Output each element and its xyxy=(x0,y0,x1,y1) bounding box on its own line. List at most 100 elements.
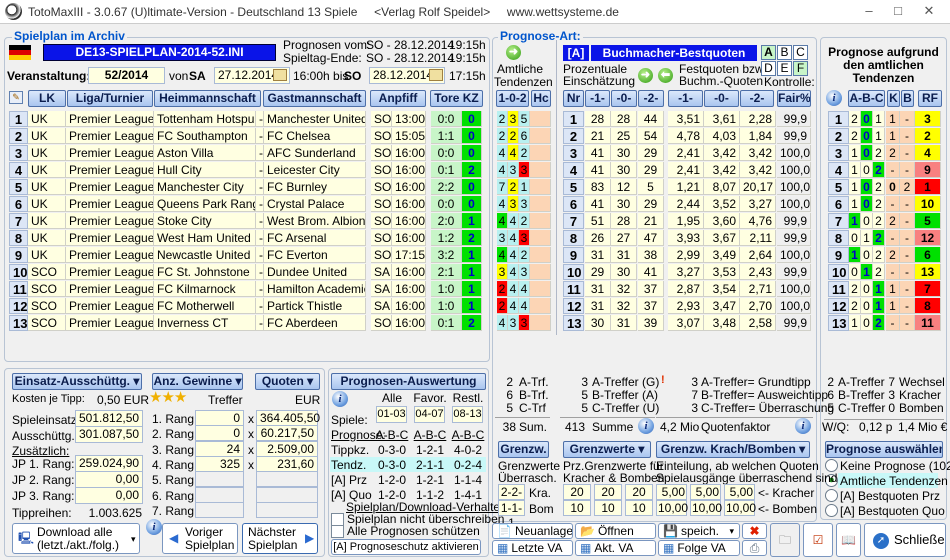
tendenz-cell[interactable]: 4 xyxy=(497,213,508,229)
hc-cell[interactable] xyxy=(530,111,551,127)
tendenz-cell[interactable]: 2 xyxy=(519,145,530,161)
cell-heim[interactable]: Manchester City xyxy=(154,179,256,195)
minimize-button[interactable]: – xyxy=(856,3,882,21)
quote-cell[interactable]: 2,11 xyxy=(740,230,776,246)
cell-tag[interactable]: SO xyxy=(371,315,392,331)
prognosen-auswertung-button[interactable]: Prognosen-Auswertung xyxy=(331,373,486,390)
tendenz-cell[interactable]: 2 xyxy=(497,298,508,314)
quote-cell[interactable]: 4,78 xyxy=(668,128,704,144)
tendenz-cell[interactable]: 2 xyxy=(508,179,519,195)
b-cell[interactable]: - xyxy=(900,145,915,161)
cell-liga[interactable]: Premier League xyxy=(66,111,154,127)
k-cell[interactable]: - xyxy=(886,264,900,280)
prz-cell[interactable]: 12 xyxy=(611,179,637,195)
abc-cell[interactable]: 1 xyxy=(849,247,861,263)
abc-cell[interactable]: 0 xyxy=(861,179,873,195)
hc-cell[interactable] xyxy=(530,247,551,263)
cell-tore[interactable]: 0:0 xyxy=(431,111,462,127)
cell-heim[interactable]: Newcastle United xyxy=(154,247,256,263)
row-number[interactable]: 12 xyxy=(9,298,28,314)
header-prz-0[interactable]: -0- xyxy=(611,90,637,107)
prz-cell[interactable]: 31 xyxy=(611,247,637,263)
quote-cell[interactable]: 3,93 xyxy=(668,230,704,246)
tendenz-cell[interactable]: 3 xyxy=(508,111,519,127)
delete-button[interactable]: ✖ xyxy=(742,523,767,539)
abc-cell[interactable]: 0 xyxy=(861,145,873,161)
quote-kracher-field[interactable]: 5,00 xyxy=(656,484,687,500)
jp-field[interactable]: 259.024,90 xyxy=(75,455,143,472)
k-cell[interactable]: - xyxy=(886,196,900,212)
voriger-spielplan-button[interactable]: Voriger Spielplan ◀ xyxy=(162,523,238,554)
abc-button-f[interactable]: F xyxy=(793,61,808,76)
row-number[interactable]: 5 xyxy=(9,179,28,195)
row-number[interactable]: 5 xyxy=(563,179,584,195)
prz-cell[interactable]: 37 xyxy=(638,281,664,297)
tendenz-cell[interactable]: 4 xyxy=(508,213,519,229)
tendenz-cell[interactable]: 2 xyxy=(497,281,508,297)
cell-tore[interactable]: 0:1 xyxy=(431,315,462,331)
prz-cell[interactable]: 39 xyxy=(638,315,664,331)
quote-cell[interactable]: 4,03 xyxy=(704,128,740,144)
abc-cell[interactable]: 0 xyxy=(861,213,873,229)
row-number[interactable]: 2 xyxy=(563,128,584,144)
cell-gast[interactable]: Manchester United xyxy=(264,111,366,127)
quote-field[interactable] xyxy=(256,501,318,518)
download-alle-button[interactable]: Download alle (letzt./akt./folg.) 🖳 ▾ xyxy=(12,523,140,554)
header-nr[interactable]: Nr xyxy=(563,90,584,107)
row-number[interactable]: 4 xyxy=(9,162,28,178)
abc-cell[interactable]: 1 xyxy=(849,315,861,331)
cell-heim[interactable]: Queens Park Rang... xyxy=(154,196,256,212)
header-hc[interactable]: Hc xyxy=(531,90,551,107)
cell-liga[interactable]: Premier League xyxy=(66,128,154,144)
b-cell[interactable]: - xyxy=(900,281,915,297)
hc-cell[interactable] xyxy=(530,315,551,331)
row-number[interactable]: 4 xyxy=(828,162,849,178)
quote-cell[interactable]: 2,71 xyxy=(740,281,776,297)
cell-tag[interactable]: SA xyxy=(371,264,392,280)
cell-lk[interactable]: SCO xyxy=(28,281,66,297)
cell-gast[interactable]: Crystal Palace xyxy=(264,196,366,212)
cell-kz[interactable]: 0 xyxy=(462,128,482,144)
cell-lk[interactable]: UK xyxy=(28,196,66,212)
row-number[interactable]: 11 xyxy=(9,281,28,297)
cell-heim[interactable]: Stoke City xyxy=(154,213,256,229)
prognose-type-banner[interactable]: Buchmacher-Bestquoten xyxy=(591,45,757,61)
abc-cell[interactable]: 0 xyxy=(849,230,861,246)
arrow-right-icon[interactable]: ➜ xyxy=(506,45,521,60)
radio-button[interactable] xyxy=(825,504,838,517)
row-number[interactable]: 1 xyxy=(9,111,28,127)
naechster-spielplan-button[interactable]: Nächster Spielplan ▶ xyxy=(242,523,318,554)
spielplan-file-banner[interactable]: DE13-SPIELPLAN-2014-52.INI xyxy=(43,44,276,61)
cell-liga[interactable]: Premier League xyxy=(66,264,154,280)
row-number[interactable]: 3 xyxy=(563,145,584,161)
row-number[interactable]: 11 xyxy=(563,281,584,297)
cell-lk[interactable]: UK xyxy=(28,111,66,127)
quote-cell[interactable]: 2,43 xyxy=(740,264,776,280)
cell-tore[interactable]: 2:1 xyxy=(431,264,462,280)
edit-icon[interactable]: ✎ xyxy=(9,91,23,104)
prz-cell[interactable]: 31 xyxy=(585,247,611,263)
cell-zeit[interactable]: 16:00 xyxy=(392,196,426,212)
header-lk[interactable]: LK xyxy=(28,90,66,107)
row-number[interactable]: 9 xyxy=(828,247,849,263)
cell-zeit[interactable]: 16:00 xyxy=(392,281,426,297)
cell-kz[interactable]: 1 xyxy=(462,298,482,314)
prz-cell[interactable]: 28 xyxy=(611,213,637,229)
b-cell[interactable]: - xyxy=(900,111,915,127)
cell-tag[interactable]: SO xyxy=(371,247,392,263)
tendenz-cell[interactable]: 4 xyxy=(497,162,508,178)
cell-lk[interactable]: SCO xyxy=(28,264,66,280)
header-liga[interactable]: Liga/Turnier xyxy=(67,90,153,107)
prz-cell[interactable]: 5 xyxy=(638,179,664,195)
cell-liga[interactable]: Premier League xyxy=(66,179,154,195)
checklist-button[interactable]: ☑ xyxy=(803,523,833,557)
quote-bomben-field[interactable]: 10,00 xyxy=(656,500,688,516)
prz-kracher-field[interactable]: 20 xyxy=(594,484,622,500)
prz-cell[interactable]: 28 xyxy=(585,111,611,127)
cell-zeit[interactable]: 13:00 xyxy=(392,111,426,127)
row-number[interactable]: 12 xyxy=(828,298,849,314)
k-cell[interactable]: 1 xyxy=(886,111,900,127)
abc-cell[interactable]: 2 xyxy=(849,128,861,144)
grenzwerte-dropdown[interactable]: Grenzwerte ▾ xyxy=(563,441,651,458)
cell-kz[interactable]: 1 xyxy=(462,247,482,263)
